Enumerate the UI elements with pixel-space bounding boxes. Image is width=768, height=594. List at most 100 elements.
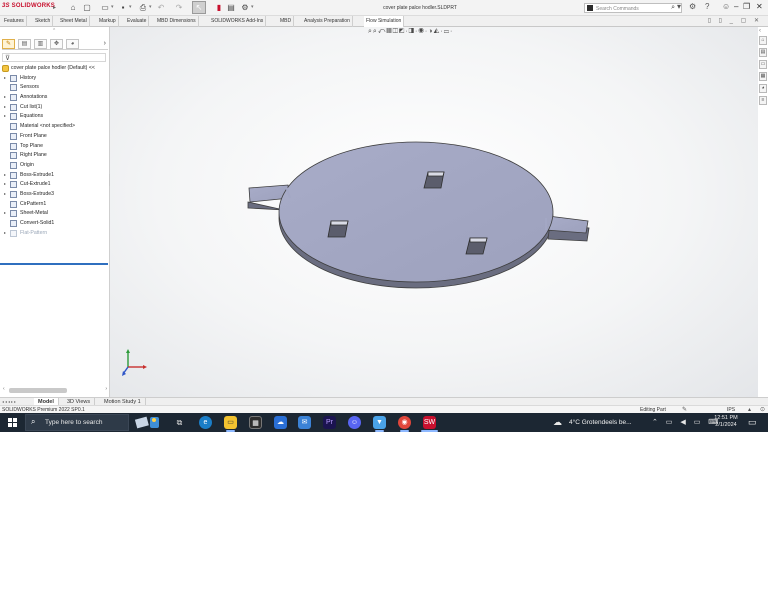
design-library-icon[interactable]: ▤ — [759, 48, 767, 57]
notifications-icon[interactable]: ▭ — [748, 417, 757, 428]
tab-features[interactable]: Features — [2, 16, 27, 27]
plate-top-face[interactable] — [248, 141, 589, 283]
select-icon[interactable]: ↖ — [192, 1, 206, 14]
property-manager-tab-icon[interactable]: ▤ — [18, 39, 31, 49]
tree-item-cut-list-1[interactable]: ▸ Cut list(1) — [0, 103, 110, 113]
part-model[interactable] — [110, 27, 758, 397]
expand-arrow-icon[interactable]: ▸ — [4, 113, 6, 118]
tab-sketch[interactable]: Sketch — [33, 16, 54, 27]
tree-root-part[interactable]: cover plate palce hodler (Default) << — [0, 64, 110, 74]
taskbar-clock[interactable]: 12:51 PM 2/1/2024 — [712, 415, 740, 429]
tree-horizontal-scrollbar[interactable]: ‹ › — [3, 386, 107, 394]
tree-filter-input[interactable]: ⊽ — [2, 53, 106, 62]
tab-mbd[interactable]: MBD — [278, 16, 295, 27]
discord-icon[interactable]: ☺ — [348, 416, 361, 429]
search-dropdown-icon[interactable]: ▾ — [677, 2, 681, 11]
solidworks-logo[interactable]: 3S SOLIDWORKS — [2, 3, 55, 9]
appearances-icon[interactable]: ◕ — [759, 84, 767, 93]
undo-icon[interactable]: ↶ — [156, 2, 166, 13]
tree-item-convert-solid1[interactable]: Convert-Solid1 — [0, 219, 110, 229]
scroll-thumb[interactable] — [9, 388, 67, 393]
rollback-bar[interactable] — [0, 263, 108, 265]
task-pane-arrow-icon[interactable]: ‹ — [759, 28, 761, 34]
task-view-icon[interactable]: ⧉ — [173, 416, 186, 429]
window-tile-icons[interactable]: ▯ ▯ _ ▢ ✕ — [708, 17, 762, 24]
taskbar-search-box[interactable]: ⌕ Type here to search — [25, 414, 129, 431]
tree-item-boss-extrude3[interactable]: ▸ Boss-Extrude3 — [0, 190, 110, 200]
tree-item-cut-extrude1[interactable]: ▸ Cut-Extrude1 — [0, 180, 110, 190]
tree-item-origin[interactable]: Origin — [0, 161, 110, 171]
status-help-icon[interactable]: ⊙ — [760, 406, 765, 413]
more-tabs-icon[interactable]: › — [104, 40, 106, 47]
expand-arrow-icon[interactable]: ▸ — [4, 181, 6, 186]
tab-flow-simulation[interactable]: Flow Simulation — [364, 16, 405, 27]
menu-arrow-icon[interactable]: ▸ — [53, 4, 56, 11]
rebuild-icon[interactable]: ▮ — [214, 2, 224, 13]
tab-solidworks-add-ins[interactable]: SOLIDWORKS Add-Ins — [209, 16, 267, 27]
restore-icon[interactable]: ❐ — [743, 2, 750, 11]
chrome-icon[interactable]: ◉ — [398, 416, 411, 429]
expand-arrow-icon[interactable]: ▸ — [4, 191, 6, 196]
expand-arrow-icon[interactable]: ▸ — [4, 230, 6, 235]
home-icon[interactable]: ⌂ — [68, 2, 78, 13]
scroll-right-icon[interactable]: › — [105, 386, 107, 392]
tree-item-right-plane[interactable]: Right Plane — [0, 151, 110, 161]
expand-arrow-icon[interactable]: ▸ — [4, 172, 6, 177]
search-highlight-icon[interactable] — [134, 415, 164, 430]
tree-item-material-not-specified[interactable]: Material <not specified> — [0, 122, 110, 132]
display-manager-tab-icon[interactable]: ◕ — [66, 39, 79, 49]
user-icon[interactable]: ☺ — [722, 2, 730, 11]
open-icon[interactable]: ▭ — [100, 2, 110, 13]
configuration-manager-tab-icon[interactable]: ▥ — [34, 39, 47, 49]
graphics-area[interactable]: ⌕⌕⤺▦◫◩·◨·◉·◑◭·▭· — [110, 27, 758, 397]
tree-item-equations[interactable]: ▸ Equations — [0, 112, 110, 122]
scroll-left-icon[interactable]: ‹ — [3, 386, 5, 392]
tree-item-cirpattern1[interactable]: CirPattern1 — [0, 200, 110, 210]
rebuild-status-icon[interactable]: ✎ — [682, 406, 687, 413]
file-properties-icon[interactable]: ▤ — [226, 2, 236, 13]
tree-item-annotations[interactable]: ▸ Annotations — [0, 93, 110, 103]
tab-sheet-metal[interactable]: Sheet Metal — [58, 16, 90, 27]
tab-mbd-dimensions[interactable]: MBD Dimensions — [155, 16, 199, 27]
gear-icon[interactable]: ⚙ — [689, 2, 696, 11]
vpn-icon[interactable]: ▼ — [373, 416, 386, 429]
redo-icon[interactable]: ↷ — [174, 2, 184, 13]
units-dropdown-icon[interactable]: ▴ — [748, 406, 751, 413]
print-icon[interactable]: ⎙ — [138, 2, 148, 13]
tree-item-sensors[interactable]: Sensors — [0, 83, 110, 93]
tree-item-flat-pattern[interactable]: ▸ Flat-Pattern — [0, 229, 110, 239]
help-icon[interactable]: ? — [705, 2, 709, 11]
print-dropdown-icon[interactable]: ▾ — [149, 4, 154, 10]
tab-markup[interactable]: Markup — [97, 16, 119, 27]
file-explorer-pane-icon[interactable]: ▭ — [759, 60, 767, 69]
custom-properties-icon[interactable]: ≡ — [759, 96, 767, 105]
close-icon[interactable]: ✕ — [756, 2, 763, 11]
feature-tree-tab-icon[interactable]: ✎ — [2, 39, 15, 49]
options-dropdown-icon[interactable]: ▾ — [251, 4, 256, 10]
tab-analysis-preparation[interactable]: Analysis Preparation — [302, 16, 353, 27]
tab-navigation-arrows-icon[interactable]: ◂◂◂▸▸ — [2, 399, 17, 404]
view-palette-icon[interactable]: ▦ — [759, 72, 767, 81]
new-icon[interactable]: ▢ — [82, 2, 92, 13]
edge-icon[interactable]: e — [199, 416, 212, 429]
tree-item-boss-extrude1[interactable]: ▸ Boss-Extrude1 — [0, 171, 110, 181]
collapse-arrow-icon[interactable]: ⌃ — [52, 28, 56, 34]
open-dropdown-icon[interactable]: ▾ — [111, 4, 116, 10]
tree-item-front-plane[interactable]: Front Plane — [0, 132, 110, 142]
system-tray-icons[interactable]: ⌃ ▭ ◀ ▭ ⌨ — [652, 418, 721, 426]
solidworks-resources-icon[interactable]: ⌂ — [759, 36, 767, 45]
weather-widget[interactable]: ☁ 4°C Grotendeels be... — [553, 417, 643, 429]
tab-evaluate[interactable]: Evaluate — [125, 16, 150, 27]
store-icon[interactable]: ▦ — [249, 416, 262, 429]
expand-arrow-icon[interactable]: ▸ — [4, 94, 6, 99]
solidworks-icon[interactable]: SW — [423, 416, 436, 429]
save-dropdown-icon[interactable]: ▾ — [129, 4, 134, 10]
minimize-icon[interactable]: – — [734, 2, 738, 11]
expand-arrow-icon[interactable]: ▸ — [4, 104, 6, 109]
expand-arrow-icon[interactable]: ▸ — [4, 210, 6, 215]
save-icon[interactable]: ▪ — [118, 2, 128, 13]
file-explorer-icon[interactable]: ▭ — [224, 416, 237, 429]
mail-icon[interactable]: ✉ — [298, 416, 311, 429]
search-commands-input[interactable]: Search Commands ⌕ — [584, 3, 682, 13]
tree-item-history[interactable]: ▸ History — [0, 74, 110, 84]
